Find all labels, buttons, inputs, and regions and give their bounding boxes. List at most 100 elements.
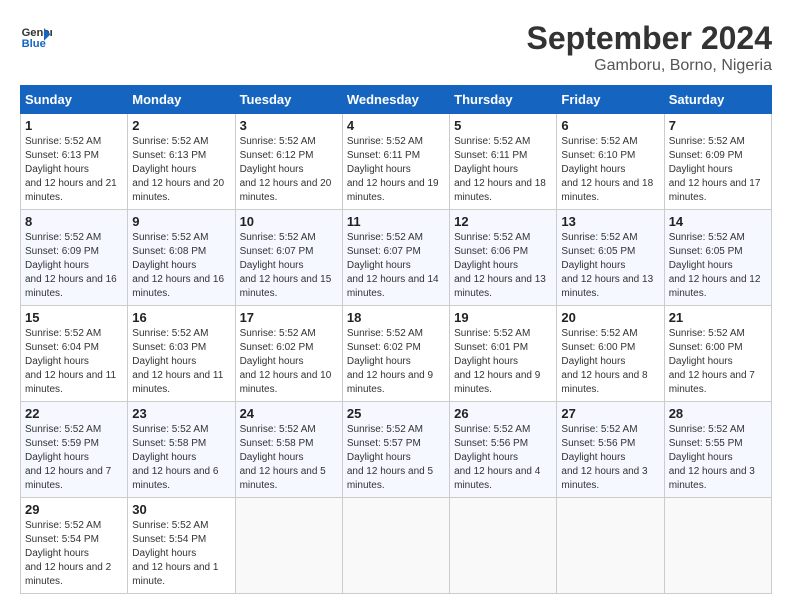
header-saturday: Saturday	[664, 86, 771, 114]
day-cell-26: 26 Sunrise: 5:52 AMSunset: 5:56 PMDaylig…	[450, 402, 557, 498]
calendar-week-3: 15 Sunrise: 5:52 AMSunset: 6:04 PMDaylig…	[21, 306, 772, 402]
day-info: Sunrise: 5:52 AMSunset: 5:57 PMDaylight …	[347, 423, 445, 493]
day-info: Sunrise: 5:52 AMSunset: 6:03 PMDaylight …	[132, 327, 230, 397]
day-info: Sunrise: 5:52 AMSunset: 6:01 PMDaylight …	[454, 327, 552, 397]
day-cell-28: 28 Sunrise: 5:52 AMSunset: 5:55 PMDaylig…	[664, 402, 771, 498]
day-number: 24	[240, 406, 338, 421]
empty-cell	[450, 498, 557, 594]
header-sunday: Sunday	[21, 86, 128, 114]
day-info: Sunrise: 5:52 AMSunset: 6:09 PMDaylight …	[669, 135, 767, 205]
location-subtitle: Gamboru, Borno, Nigeria	[527, 57, 772, 75]
day-number: 12	[454, 214, 552, 229]
day-number: 23	[132, 406, 230, 421]
day-info: Sunrise: 5:52 AMSunset: 6:00 PMDaylight …	[669, 327, 767, 397]
day-cell-14: 14 Sunrise: 5:52 AMSunset: 6:05 PMDaylig…	[664, 210, 771, 306]
day-info: Sunrise: 5:52 AMSunset: 6:13 PMDaylight …	[25, 135, 123, 205]
empty-cell	[664, 498, 771, 594]
day-cell-12: 12 Sunrise: 5:52 AMSunset: 6:06 PMDaylig…	[450, 210, 557, 306]
header-friday: Friday	[557, 86, 664, 114]
day-cell-6: 6 Sunrise: 5:52 AMSunset: 6:10 PMDayligh…	[557, 114, 664, 210]
day-info: Sunrise: 5:52 AMSunset: 6:10 PMDaylight …	[561, 135, 659, 205]
day-cell-18: 18 Sunrise: 5:52 AMSunset: 6:02 PMDaylig…	[342, 306, 449, 402]
day-cell-2: 2 Sunrise: 5:52 AMSunset: 6:13 PMDayligh…	[128, 114, 235, 210]
day-info: Sunrise: 5:52 AMSunset: 6:13 PMDaylight …	[132, 135, 230, 205]
day-number: 21	[669, 310, 767, 325]
calendar-week-4: 22 Sunrise: 5:52 AMSunset: 5:59 PMDaylig…	[21, 402, 772, 498]
day-cell-23: 23 Sunrise: 5:52 AMSunset: 5:58 PMDaylig…	[128, 402, 235, 498]
day-info: Sunrise: 5:52 AMSunset: 6:09 PMDaylight …	[25, 231, 123, 301]
header: General Blue September 2024 Gamboru, Bor…	[20, 20, 772, 75]
day-number: 9	[132, 214, 230, 229]
day-number: 27	[561, 406, 659, 421]
day-number: 7	[669, 118, 767, 133]
day-info: Sunrise: 5:52 AMSunset: 6:02 PMDaylight …	[347, 327, 445, 397]
day-number: 13	[561, 214, 659, 229]
day-number: 18	[347, 310, 445, 325]
day-number: 15	[25, 310, 123, 325]
day-number: 25	[347, 406, 445, 421]
day-cell-4: 4 Sunrise: 5:52 AMSunset: 6:11 PMDayligh…	[342, 114, 449, 210]
day-number: 8	[25, 214, 123, 229]
day-info: Sunrise: 5:52 AMSunset: 6:06 PMDaylight …	[454, 231, 552, 301]
empty-cell	[235, 498, 342, 594]
title-area: September 2024 Gamboru, Borno, Nigeria	[527, 20, 772, 75]
empty-cell	[557, 498, 664, 594]
day-info: Sunrise: 5:52 AMSunset: 6:07 PMDaylight …	[240, 231, 338, 301]
day-info: Sunrise: 5:52 AMSunset: 6:11 PMDaylight …	[347, 135, 445, 205]
day-number: 17	[240, 310, 338, 325]
day-cell-30: 30 Sunrise: 5:52 AMSunset: 5:54 PMDaylig…	[128, 498, 235, 594]
day-cell-15: 15 Sunrise: 5:52 AMSunset: 6:04 PMDaylig…	[21, 306, 128, 402]
day-cell-11: 11 Sunrise: 5:52 AMSunset: 6:07 PMDaylig…	[342, 210, 449, 306]
day-info: Sunrise: 5:52 AMSunset: 5:56 PMDaylight …	[561, 423, 659, 493]
day-number: 28	[669, 406, 767, 421]
day-cell-16: 16 Sunrise: 5:52 AMSunset: 6:03 PMDaylig…	[128, 306, 235, 402]
calendar-week-2: 8 Sunrise: 5:52 AMSunset: 6:09 PMDayligh…	[21, 210, 772, 306]
day-info: Sunrise: 5:52 AMSunset: 5:56 PMDaylight …	[454, 423, 552, 493]
day-cell-5: 5 Sunrise: 5:52 AMSunset: 6:11 PMDayligh…	[450, 114, 557, 210]
day-number: 5	[454, 118, 552, 133]
day-cell-9: 9 Sunrise: 5:52 AMSunset: 6:08 PMDayligh…	[128, 210, 235, 306]
month-title: September 2024	[527, 20, 772, 57]
day-info: Sunrise: 5:52 AMSunset: 6:12 PMDaylight …	[240, 135, 338, 205]
day-cell-10: 10 Sunrise: 5:52 AMSunset: 6:07 PMDaylig…	[235, 210, 342, 306]
day-number: 30	[132, 502, 230, 517]
day-cell-17: 17 Sunrise: 5:52 AMSunset: 6:02 PMDaylig…	[235, 306, 342, 402]
day-info: Sunrise: 5:52 AMSunset: 6:04 PMDaylight …	[25, 327, 123, 397]
header-monday: Monday	[128, 86, 235, 114]
day-number: 22	[25, 406, 123, 421]
day-number: 4	[347, 118, 445, 133]
day-number: 26	[454, 406, 552, 421]
header-thursday: Thursday	[450, 86, 557, 114]
day-number: 20	[561, 310, 659, 325]
day-cell-20: 20 Sunrise: 5:52 AMSunset: 6:00 PMDaylig…	[557, 306, 664, 402]
day-cell-27: 27 Sunrise: 5:52 AMSunset: 5:56 PMDaylig…	[557, 402, 664, 498]
day-info: Sunrise: 5:52 AMSunset: 6:00 PMDaylight …	[561, 327, 659, 397]
day-info: Sunrise: 5:52 AMSunset: 6:02 PMDaylight …	[240, 327, 338, 397]
day-info: Sunrise: 5:52 AMSunset: 5:54 PMDaylight …	[132, 519, 230, 589]
day-cell-8: 8 Sunrise: 5:52 AMSunset: 6:09 PMDayligh…	[21, 210, 128, 306]
calendar-table: SundayMondayTuesdayWednesdayThursdayFrid…	[20, 85, 772, 594]
day-info: Sunrise: 5:52 AMSunset: 6:07 PMDaylight …	[347, 231, 445, 301]
day-number: 19	[454, 310, 552, 325]
day-number: 11	[347, 214, 445, 229]
day-cell-29: 29 Sunrise: 5:52 AMSunset: 5:54 PMDaylig…	[21, 498, 128, 594]
day-number: 14	[669, 214, 767, 229]
day-info: Sunrise: 5:52 AMSunset: 5:59 PMDaylight …	[25, 423, 123, 493]
day-number: 2	[132, 118, 230, 133]
day-number: 1	[25, 118, 123, 133]
day-cell-3: 3 Sunrise: 5:52 AMSunset: 6:12 PMDayligh…	[235, 114, 342, 210]
calendar-week-1: 1 Sunrise: 5:52 AMSunset: 6:13 PMDayligh…	[21, 114, 772, 210]
calendar-header-row: SundayMondayTuesdayWednesdayThursdayFrid…	[21, 86, 772, 114]
day-cell-1: 1 Sunrise: 5:52 AMSunset: 6:13 PMDayligh…	[21, 114, 128, 210]
day-info: Sunrise: 5:52 AMSunset: 6:08 PMDaylight …	[132, 231, 230, 301]
day-number: 3	[240, 118, 338, 133]
svg-text:Blue: Blue	[22, 38, 46, 50]
day-cell-19: 19 Sunrise: 5:52 AMSunset: 6:01 PMDaylig…	[450, 306, 557, 402]
header-tuesday: Tuesday	[235, 86, 342, 114]
day-cell-25: 25 Sunrise: 5:52 AMSunset: 5:57 PMDaylig…	[342, 402, 449, 498]
day-number: 29	[25, 502, 123, 517]
day-info: Sunrise: 5:52 AMSunset: 6:05 PMDaylight …	[561, 231, 659, 301]
day-cell-13: 13 Sunrise: 5:52 AMSunset: 6:05 PMDaylig…	[557, 210, 664, 306]
day-info: Sunrise: 5:52 AMSunset: 6:11 PMDaylight …	[454, 135, 552, 205]
empty-cell	[342, 498, 449, 594]
